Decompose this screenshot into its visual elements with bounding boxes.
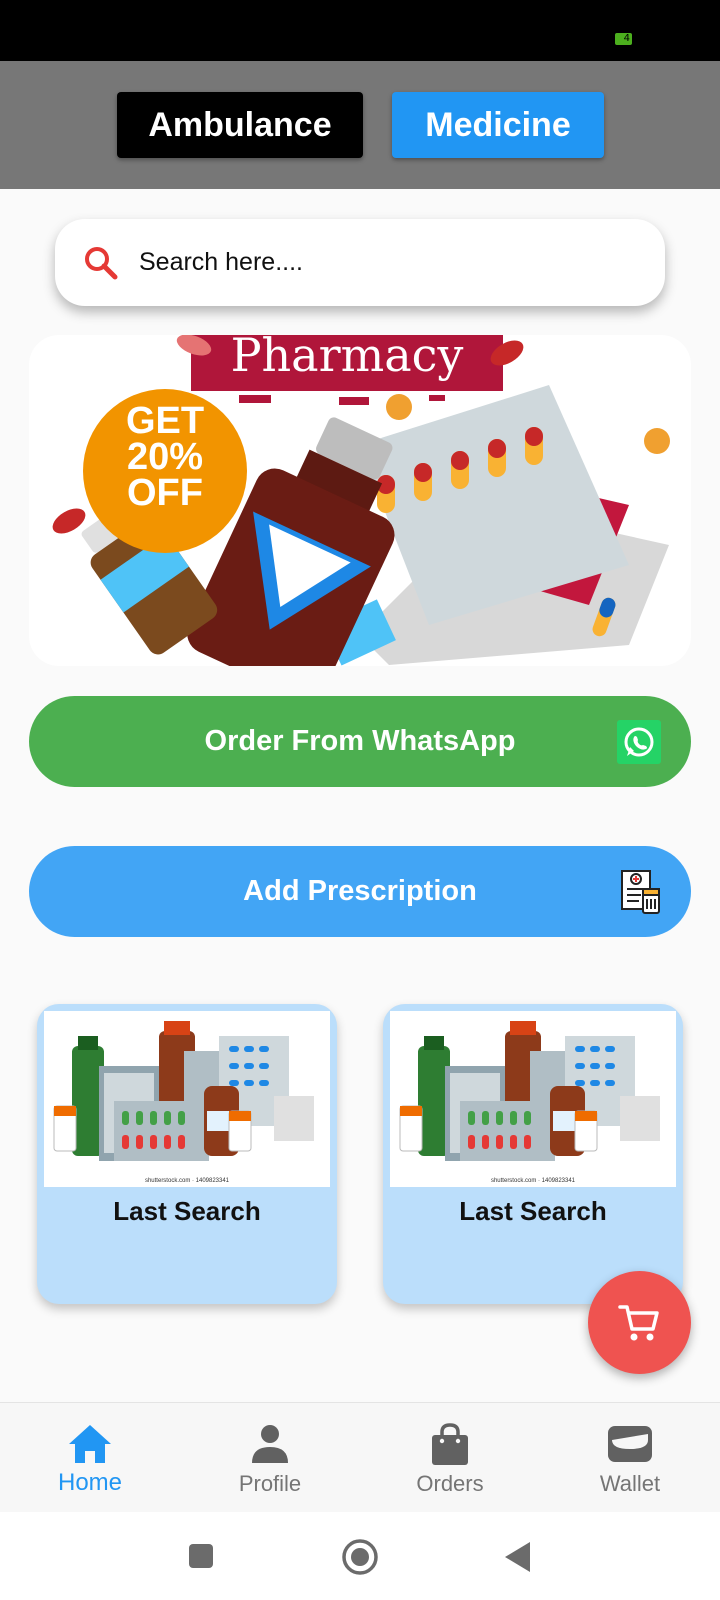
- top-bar: Ambulance Medicine: [0, 61, 720, 189]
- system-navigation-bar: [0, 1512, 720, 1600]
- cart-icon: [618, 1305, 659, 1341]
- add-prescription-label: Add Prescription: [243, 875, 477, 907]
- back-icon[interactable]: [504, 1541, 532, 1573]
- order-whatsapp-label: Order From WhatsApp: [204, 725, 516, 757]
- add-prescription-button[interactable]: Add Prescription: [29, 846, 691, 937]
- nav-label-orders: Orders: [416, 1471, 484, 1496]
- order-whatsapp-button[interactable]: Order From WhatsApp: [29, 696, 691, 787]
- wallet-icon: [608, 1426, 652, 1462]
- recents-icon[interactable]: [188, 1543, 214, 1569]
- last-search-title: Last Search: [113, 1196, 261, 1226]
- prescription-icon: [621, 870, 660, 914]
- home-button-icon[interactable]: [341, 1538, 379, 1576]
- nav-item-wallet[interactable]: Wallet: [540, 1403, 720, 1513]
- person-icon: [252, 1425, 288, 1463]
- search-icon: [85, 247, 118, 280]
- medicines-image: shutterstock.com · 1409823341: [390, 1011, 676, 1187]
- status-bar: 4: [0, 0, 720, 61]
- ambulance-tab-button[interactable]: Ambulance: [117, 92, 363, 158]
- nav-label-profile: Profile: [238, 1471, 302, 1496]
- pharmacy-banner-illustration: Pharmacy GET 20% OFF: [52, 335, 670, 666]
- nav-label-home: Home: [57, 1469, 123, 1496]
- medicines-image: shutterstock.com · 1409823341: [44, 1011, 330, 1187]
- battery-icon: 4: [615, 33, 632, 45]
- shopping-bag-icon: [432, 1423, 468, 1465]
- nav-item-profile[interactable]: Profile: [180, 1403, 360, 1513]
- cart-fab-button[interactable]: [588, 1271, 691, 1374]
- image-watermark: shutterstock.com · 1409823341: [144, 1178, 230, 1184]
- nav-item-orders[interactable]: Orders: [360, 1403, 540, 1513]
- badge-line3: OFF: [127, 472, 203, 514]
- last-search-card[interactable]: shutterstock.com · 1409823341 Last Searc…: [383, 1004, 683, 1304]
- search-input[interactable]: Search here....: [139, 219, 303, 306]
- banner-title: Pharmacy: [231, 335, 464, 382]
- last-search-card[interactable]: shutterstock.com · 1409823341 Last Searc…: [37, 1004, 337, 1304]
- nav-label-wallet: Wallet: [599, 1471, 661, 1496]
- home-icon: [69, 1425, 111, 1463]
- search-bar[interactable]: Search here....: [55, 219, 665, 306]
- pharmacy-promo-banner[interactable]: Pharmacy GET 20% OFF: [29, 335, 691, 666]
- medicine-tab-button[interactable]: Medicine: [392, 92, 604, 158]
- bottom-navigation: Home Profile Orders Wallet: [0, 1402, 720, 1513]
- image-watermark: shutterstock.com · 1409823341: [490, 1178, 576, 1184]
- last-search-title: Last Search: [459, 1196, 607, 1226]
- nav-item-home[interactable]: Home: [0, 1403, 180, 1513]
- whatsapp-icon: [617, 720, 661, 764]
- battery-label: 4: [623, 33, 630, 44]
